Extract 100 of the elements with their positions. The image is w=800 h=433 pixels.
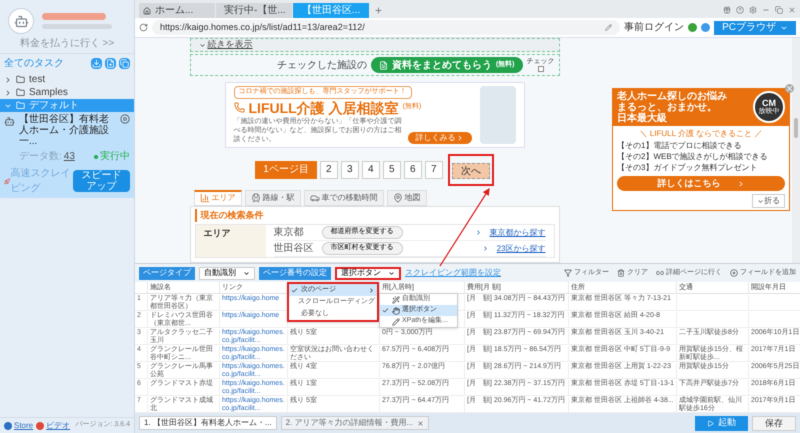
task-card[interactable]: 【世田谷区】有料老人ホーム・介護施設一... データ数: 43 実行中 高速スクレイピング スピードアップ (0, 112, 134, 198)
close-icon[interactable] (788, 6, 796, 14)
hand-icon (392, 306, 400, 314)
task-tab[interactable]: 2. アリア等々力の詳細情報・費用... (280, 416, 430, 430)
data-count-label: データ数: (19, 150, 62, 164)
pencil-icon (392, 318, 400, 326)
condition-value: 世田谷区 (274, 242, 314, 256)
phone-icon (234, 102, 244, 113)
ad-headline: 老人ホーム探しのお悩み (617, 91, 728, 102)
video-icon[interactable] (36, 422, 44, 430)
duplicate-icon[interactable] (119, 58, 130, 69)
url-field[interactable]: https://kaigo.homes.co.jp/s/list/ad11=13/area2=112/ (152, 20, 620, 35)
caret-icon (757, 198, 764, 204)
area-label-cell: エリア (196, 225, 266, 257)
task-tab[interactable]: 1. 【世田谷区】有料老人ホーム・... (139, 416, 277, 430)
chevron-icon (474, 229, 482, 236)
ad-headline: まるっと、おまかせ。 (617, 102, 718, 113)
banner-title: LIFULL介護 入居相談室 (248, 100, 399, 116)
import-icon[interactable] (91, 58, 102, 69)
link-icon (656, 269, 664, 277)
home-icon (143, 6, 151, 14)
blurred-account-name (42, 13, 106, 20)
ad-point: 【その2】WEBで施設さがしが相談できる (616, 151, 769, 162)
data-count[interactable]: 43 (64, 149, 75, 164)
show-more-link[interactable]: 続きを表示 (198, 38, 252, 52)
folder-icon (16, 101, 25, 110)
reload-icon[interactable] (139, 23, 148, 32)
new-task-icon[interactable] (105, 58, 116, 69)
play-icon (707, 420, 714, 426)
car-icon (310, 192, 320, 202)
rocket-icon (4, 176, 10, 186)
robot-icon (4, 116, 15, 127)
search-tab[interactable]: 車での移動時間 (304, 190, 384, 206)
tab-label: 【世田谷区... (302, 4, 360, 18)
wand-icon (392, 296, 400, 304)
folder-row[interactable]: test (0, 73, 134, 86)
edit-icon[interactable] (605, 24, 612, 31)
blurred-account-detail (42, 24, 112, 29)
ad-point: 【その1】電話でプロに相談できる (616, 140, 742, 151)
new-tab-icon[interactable] (374, 6, 383, 15)
footer-link[interactable]: ビデオ (46, 420, 70, 432)
stop-icon[interactable] (120, 114, 130, 124)
map-pin-icon (392, 192, 402, 202)
page-type-label: ページタイプ (139, 266, 195, 280)
close-icon[interactable] (417, 420, 424, 426)
browse-link[interactable]: 東京都から探す (490, 226, 546, 238)
footer-link[interactable]: Store (14, 420, 34, 432)
check-all-checkbox[interactable] (538, 66, 544, 72)
page-number[interactable]: 6 (404, 160, 422, 178)
collapse-button[interactable]: 折る (752, 194, 785, 208)
mode-label: 高速スクレイピング (10, 166, 72, 196)
folder-row[interactable]: Samples (0, 86, 134, 99)
condition-value: 東京都 (274, 226, 304, 240)
page-number[interactable]: 3 (340, 160, 359, 178)
pagination-select[interactable]: 選択ボタン (335, 266, 401, 280)
folder-label: Samples (29, 86, 68, 100)
folder-icon (16, 75, 25, 84)
checked-label: チェックした施設の (276, 58, 367, 72)
ad-subheading: ＼ LIFULL 介護 ならできること ／ (638, 128, 764, 140)
train-icon (250, 192, 260, 202)
operator-photo-placeholder (480, 86, 516, 144)
pagination-label: ページ番号の設定 (259, 266, 331, 280)
check-icon (291, 286, 298, 294)
tab-label: 実行中-【世... (224, 4, 286, 18)
tab-label: ホーム... (155, 4, 194, 18)
conditions-heading: 現在の検索条件 (194, 208, 554, 222)
page-number[interactable]: 7 (424, 160, 443, 178)
browse-link[interactable]: 23区から探す (496, 242, 546, 254)
add-icon (730, 269, 738, 277)
page-type-select[interactable]: 自動識別 (199, 266, 255, 280)
filter-icon (564, 269, 572, 277)
restore-icon[interactable] (775, 6, 783, 14)
status-label: 実行中 (100, 150, 130, 164)
caret-icon (388, 270, 395, 276)
avatar-icon[interactable] (8, 8, 34, 34)
search-tab[interactable]: 路線・駅 (244, 190, 300, 206)
caret-icon (198, 42, 206, 48)
page-number[interactable]: 5 (382, 160, 401, 178)
ad-point: 【その3】ガイドブック無料プレゼント (616, 162, 758, 173)
next-page-button[interactable]: 次へ (452, 162, 490, 178)
help-icon[interactable] (736, 6, 744, 14)
folder-label: test (29, 73, 46, 87)
page-number[interactable]: 4 (362, 160, 380, 178)
settings-icon[interactable] (749, 6, 757, 14)
chevron-icon (482, 245, 489, 252)
ad-tagline-text: 日本最大級 (617, 113, 668, 124)
folder-label: デフォルト (29, 99, 79, 113)
store-icon[interactable] (4, 422, 12, 430)
task-title[interactable]: 【世田谷区】有料老人ホーム・介護施設一... (19, 114, 116, 147)
document-icon (378, 60, 388, 70)
trash-icon (617, 269, 625, 277)
page-number[interactable]: 2 (320, 160, 338, 178)
search-tab[interactable]: 地図 (386, 190, 426, 206)
caret-icon (243, 270, 250, 276)
gift-icon[interactable] (723, 6, 731, 14)
pre-login-link[interactable]: 事前ログイン (624, 20, 684, 35)
folder-icon (16, 88, 25, 97)
save-button[interactable]: 保存 (752, 416, 796, 430)
browser-tab[interactable]: 実行中-【世... (216, 3, 292, 18)
browser-tab[interactable]: ホーム... (139, 3, 215, 18)
